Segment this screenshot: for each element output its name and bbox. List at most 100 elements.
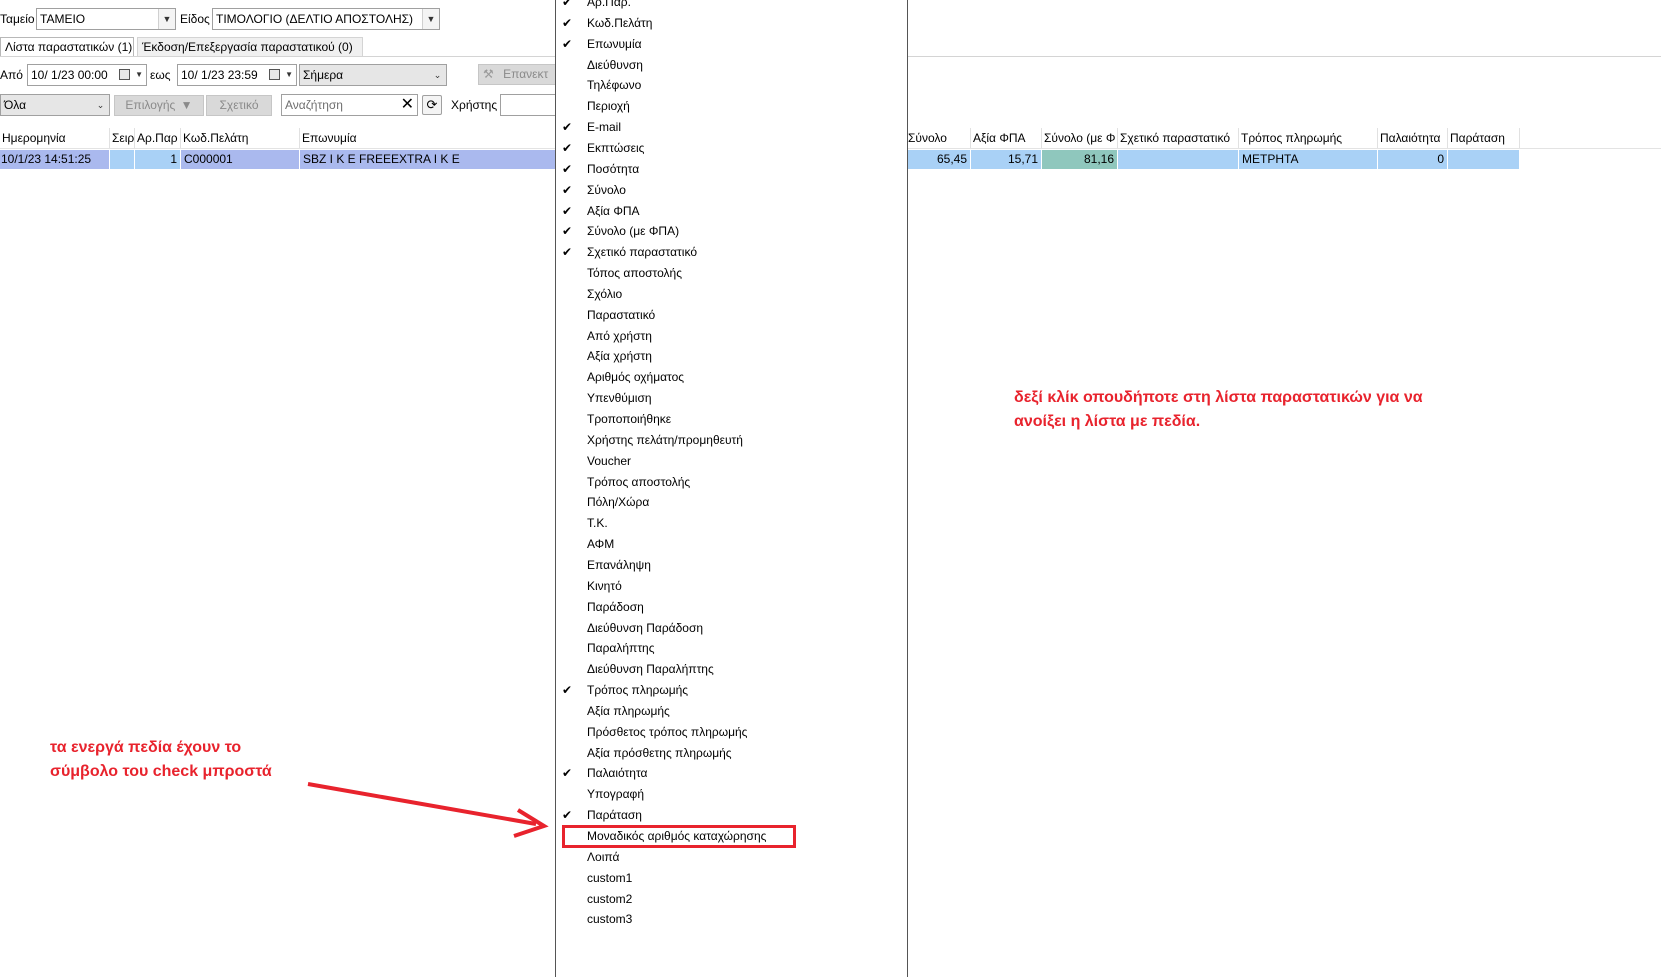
- menu-item-label: Σύνολο (με ΦΠΑ): [587, 224, 680, 239]
- calendar-icon[interactable]: [119, 69, 130, 80]
- menu-item[interactable]: ✔ Σύνολο: [556, 180, 907, 201]
- menu-item-label: Διεύθυνση Παραλήπτης: [587, 662, 714, 677]
- column-total[interactable]: Σύνολο: [908, 128, 971, 148]
- menu-item-label: Τροποποιήθηκε: [587, 412, 672, 426]
- menu-item[interactable]: ✔ E-mail: [556, 117, 907, 138]
- menu-item[interactable]: Πρόσθετος τρόπος πληρωμής: [556, 722, 907, 743]
- menu-item[interactable]: Παράδοση: [556, 597, 907, 618]
- menu-item[interactable]: Διεύθυνση: [556, 55, 907, 76]
- refresh-icon[interactable]: ⟳: [422, 95, 442, 115]
- menu-item-label: Παράδοση: [587, 599, 644, 614]
- column-age[interactable]: Παλαιότητα: [1378, 128, 1448, 148]
- menu-item[interactable]: Από χρήστη: [556, 326, 907, 347]
- menu-item-label: Παράταση: [587, 808, 642, 823]
- menu-item[interactable]: Υπογραφή: [556, 784, 907, 805]
- menu-item[interactable]: Παραλήπτης: [556, 638, 907, 659]
- menu-item[interactable]: Τηλέφωνο: [556, 75, 907, 96]
- menu-item[interactable]: Περιοχή: [556, 96, 907, 117]
- column-series[interactable]: Σειρ: [110, 128, 135, 148]
- related-button[interactable]: Σχετικό: [206, 95, 272, 116]
- menu-item[interactable]: ✔ Εκπτώσεις: [556, 138, 907, 159]
- calendar-icon[interactable]: [269, 69, 280, 80]
- menu-item[interactable]: Διεύθυνση Παραλήπτης: [556, 659, 907, 680]
- options-filter-button[interactable]: Επιλογής ▼: [114, 95, 204, 116]
- menu-item[interactable]: ✔ Ποσότητα: [556, 159, 907, 180]
- menu-item[interactable]: Voucher: [556, 451, 907, 472]
- menu-item[interactable]: Αξία πληρωμής: [556, 701, 907, 722]
- menu-item-label: Αξία χρήστη: [587, 349, 652, 364]
- menu-item[interactable]: ✔ Επωνυμία: [556, 34, 907, 55]
- chevron-down-icon[interactable]: ▼: [285, 65, 293, 85]
- menu-item[interactable]: custom1: [556, 868, 907, 889]
- cell-age: 0: [1378, 150, 1448, 169]
- eidos-select[interactable]: ΤΙΜΟΛΟΓΙΟ (ΔΕΛΤΙΟ ΑΠΟΣΤΟΛΗΣ) ▼: [212, 8, 440, 30]
- chevron-down-icon[interactable]: ▼: [135, 65, 143, 85]
- chevron-down-icon[interactable]: ⌄: [429, 65, 446, 85]
- column-extension[interactable]: Παράταση: [1448, 128, 1520, 148]
- tameio-select[interactable]: ΤΑΜΕΙΟ ▼: [36, 8, 176, 30]
- menu-item[interactable]: Σχόλιο: [556, 284, 907, 305]
- menu-item[interactable]: custom2: [556, 889, 907, 910]
- menu-item[interactable]: ✔ Τρόπος πληρωμής: [556, 680, 907, 701]
- column-total-vat[interactable]: Σύνολο (με Φ: [1042, 128, 1118, 148]
- checkmark-icon: ✔: [562, 140, 573, 155]
- column-related-doc[interactable]: Σχετικό παραστατικό: [1118, 128, 1239, 148]
- menu-item-label: Ποσότητα: [587, 161, 640, 176]
- column-payment[interactable]: Τρόπος πληρωμής: [1239, 128, 1378, 148]
- tab-document-list[interactable]: Λίστα παραστατικών (1): [0, 37, 134, 57]
- column-vat[interactable]: Αξία ΦΠΑ: [971, 128, 1042, 148]
- menu-item[interactable]: Τρόπος αποστολής: [556, 472, 907, 493]
- menu-item-label: Διεύθυνση Παράδοση: [587, 620, 704, 635]
- to-date-picker[interactable]: 10/ 1/23 23:59 ▼: [177, 64, 297, 86]
- menu-item[interactable]: Αριθμός οχήματος: [556, 367, 907, 388]
- menu-item[interactable]: Υπενθύμιση: [556, 388, 907, 409]
- column-date[interactable]: Ημερομηνία: [0, 128, 110, 148]
- menu-item-label: custom1: [587, 870, 633, 885]
- menu-item[interactable]: ✔ Κωδ.Πελάτη: [556, 13, 907, 34]
- menu-item[interactable]: ✔ Σχετικό παραστατικό: [556, 242, 907, 263]
- column-customer-code[interactable]: Κωδ.Πελάτη: [181, 128, 300, 148]
- menu-item[interactable]: Αξία χρήστη: [556, 346, 907, 367]
- menu-item[interactable]: Αξία πρόσθετης πληρωμής: [556, 743, 907, 764]
- menu-item[interactable]: custom3: [556, 909, 907, 930]
- menu-item[interactable]: ✔ Σύνολο (με ΦΠΑ): [556, 221, 907, 242]
- menu-item[interactable]: Κινητό: [556, 576, 907, 597]
- checkmark-icon: ✔: [562, 0, 573, 9]
- menu-item[interactable]: ✔ Αξία ΦΠΑ: [556, 201, 907, 222]
- clear-search-icon[interactable]: ✕: [401, 95, 414, 115]
- status-select[interactable]: Όλα ⌄: [0, 94, 110, 116]
- menu-item[interactable]: Χρήστης πελάτη/προμηθευτή: [556, 430, 907, 451]
- chevron-down-icon[interactable]: ⌄: [92, 95, 109, 115]
- column-doc-no[interactable]: Αρ.Παρ: [135, 128, 181, 148]
- menu-item[interactable]: ✔ Αρ.Παρ.: [556, 0, 907, 13]
- chevron-down-icon[interactable]: ▼: [158, 9, 175, 29]
- column-name[interactable]: Επωνυμία: [300, 128, 556, 148]
- cell-vat: 15,71: [971, 150, 1042, 169]
- menu-item[interactable]: Πόλη/Χώρα: [556, 492, 907, 513]
- tab-document-edit-label: Έκδοση/Επεξεργασία παραστατικού (0): [142, 40, 353, 54]
- menu-item[interactable]: Διεύθυνση Παράδοση: [556, 618, 907, 639]
- cell-related-doc: [1118, 150, 1239, 169]
- search-input[interactable]: Αναζήτηση ✕: [281, 94, 418, 116]
- period-select[interactable]: Σήμερα ⌄: [299, 64, 447, 86]
- menu-item-label: Επωνυμία: [587, 36, 642, 51]
- tab-document-edit[interactable]: Έκδοση/Επεξεργασία παραστατικού (0): [137, 37, 363, 57]
- menu-item[interactable]: Τροποποιήθηκε: [556, 409, 907, 430]
- from-date-picker[interactable]: 10/ 1/23 00:00 ▼: [27, 64, 147, 86]
- menu-item[interactable]: ΑΦΜ: [556, 534, 907, 555]
- period-value: Σήμερα: [303, 68, 344, 82]
- menu-item-label: Από χρήστη: [587, 328, 652, 343]
- menu-item[interactable]: ✔ Παράταση: [556, 805, 907, 826]
- menu-item[interactable]: Μοναδικός αριθμός καταχώρησης: [556, 825, 907, 848]
- user-input[interactable]: [500, 94, 556, 116]
- repeat-button[interactable]: ⚒ Επανεκτ: [478, 64, 556, 85]
- menu-item[interactable]: Τόπος αποστολής: [556, 263, 907, 284]
- chevron-down-icon[interactable]: ▼: [422, 9, 439, 29]
- checkmark-icon: ✔: [562, 203, 573, 218]
- menu-item[interactable]: Παραστατικό: [556, 305, 907, 326]
- menu-item[interactable]: Λοιπά: [556, 847, 907, 868]
- checkmark-icon: ✔: [562, 161, 573, 176]
- menu-item[interactable]: Τ.Κ.: [556, 513, 907, 534]
- menu-item[interactable]: Επανάληψη: [556, 555, 907, 576]
- menu-item[interactable]: ✔ Παλαιότητα: [556, 763, 907, 784]
